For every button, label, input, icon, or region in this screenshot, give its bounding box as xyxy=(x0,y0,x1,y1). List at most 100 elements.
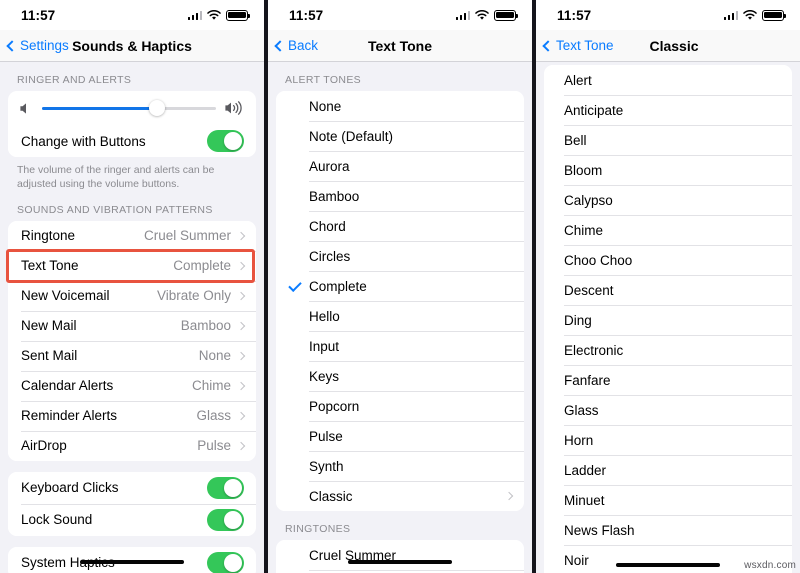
row-value: Vibrate Only xyxy=(156,288,231,304)
row-reminder-alerts[interactable]: Reminder Alerts Glass xyxy=(8,400,256,431)
tone-name: Electronic xyxy=(564,342,624,358)
tone-row-pulse[interactable]: Pulse xyxy=(276,421,524,451)
panel3-scroll-body[interactable]: Alert Anticipate Bell Bloom Calypso Chim… xyxy=(536,65,800,573)
tone-row-keys[interactable]: Keys xyxy=(276,361,524,391)
tone-row-glass[interactable]: Glass xyxy=(544,395,792,425)
toggle-keyboard-clicks[interactable] xyxy=(207,476,244,499)
back-button-settings[interactable]: Settings xyxy=(6,38,69,53)
chevron-right-icon xyxy=(236,231,246,241)
row-value: Chime xyxy=(191,378,231,394)
toggle-system-haptics[interactable] xyxy=(207,551,244,573)
tone-row-descent[interactable]: Descent xyxy=(544,275,792,305)
tone-row-horn[interactable]: Horn xyxy=(544,425,792,455)
tone-row-electronic[interactable]: Electronic xyxy=(544,335,792,365)
status-bar-icons xyxy=(455,9,519,21)
tone-row-hello[interactable]: Hello xyxy=(276,301,524,331)
tone-row-note-default[interactable]: Note (Default) xyxy=(276,121,524,151)
tone-row-ladder[interactable]: Ladder xyxy=(544,455,792,485)
row-lock-sound[interactable]: Lock Sound xyxy=(8,503,256,536)
row-ringtone[interactable]: Ringtone Cruel Summer xyxy=(8,220,256,251)
tone-row-none[interactable]: None xyxy=(276,91,524,121)
back-button-label: Text Tone xyxy=(556,38,614,53)
tone-row-chord[interactable]: Chord xyxy=(276,211,524,241)
tone-name: Circles xyxy=(309,248,351,264)
tone-row-fanfare[interactable]: Fanfare xyxy=(544,365,792,395)
section-header-ringtones: RINGTONES xyxy=(285,523,351,535)
row-keyboard-clicks[interactable]: Keyboard Clicks xyxy=(8,471,256,504)
tone-row-circles[interactable]: Circles xyxy=(276,241,524,271)
ringer-volume-slider-row[interactable] xyxy=(8,91,256,125)
tone-row-bamboo[interactable]: Bamboo xyxy=(276,181,524,211)
panel2-scroll-body[interactable]: ALERT TONES None Note (Default) Aurora B… xyxy=(268,62,532,573)
row-sent-mail[interactable]: Sent Mail None xyxy=(8,340,256,371)
row-new-voicemail[interactable]: New Voicemail Vibrate Only xyxy=(8,280,256,311)
tone-row-classic[interactable]: Classic xyxy=(276,481,524,511)
back-button-text-tone[interactable]: Text Tone xyxy=(542,38,614,53)
row-label: Ringtone xyxy=(21,228,76,244)
volume-slider-knob[interactable] xyxy=(148,100,165,116)
wifi-icon xyxy=(475,9,489,21)
tone-name: Choo Choo xyxy=(564,252,633,268)
alert-tones-card: None Note (Default) Aurora Bamboo Chord … xyxy=(276,91,524,511)
tone-row-choo-choo[interactable]: Choo Choo xyxy=(544,245,792,275)
tone-row-chime[interactable]: Chime xyxy=(544,215,792,245)
tone-row-alert[interactable]: Alert xyxy=(544,65,792,95)
tone-row-cruel-summer[interactable]: Cruel Summer xyxy=(276,540,524,570)
toggle-change-with-buttons[interactable] xyxy=(207,130,244,152)
tone-row-news-flash[interactable]: News Flash xyxy=(544,515,792,545)
tone-name: Classic xyxy=(309,488,353,504)
tone-row-popcorn[interactable]: Popcorn xyxy=(276,391,524,421)
tone-row-minuet[interactable]: Minuet xyxy=(544,485,792,515)
tone-name: Horn xyxy=(564,432,594,448)
row-calendar-alerts[interactable]: Calendar Alerts Chime xyxy=(8,370,256,401)
wifi-icon xyxy=(743,9,757,21)
tone-row-bell[interactable]: Bell xyxy=(544,125,792,155)
tone-row-aurora[interactable]: Aurora xyxy=(276,151,524,181)
tone-row-input[interactable]: Input xyxy=(276,331,524,361)
chevron-right-icon xyxy=(236,261,246,271)
back-button[interactable]: Back xyxy=(274,38,318,53)
chevron-right-icon xyxy=(236,291,246,301)
row-value: Glass xyxy=(196,408,231,424)
cellular-signal-icon xyxy=(455,10,470,20)
row-change-with-buttons[interactable]: Change with Buttons xyxy=(8,125,256,157)
tone-name: Calypso xyxy=(564,192,613,208)
tone-row-calypso[interactable]: Calypso xyxy=(544,185,792,215)
status-bar: 11:57 xyxy=(0,0,264,30)
chevron-left-icon xyxy=(6,39,18,52)
tone-name: Input xyxy=(309,338,340,354)
row-new-mail[interactable]: New Mail Bamboo xyxy=(8,310,256,341)
tone-row-ding[interactable]: Ding xyxy=(544,305,792,335)
three-panel-screenshot: 11:57 Settings Sounds & Haptics RINGER A… xyxy=(0,0,800,573)
tone-row-anticipate[interactable]: Anticipate xyxy=(544,95,792,125)
row-airdrop[interactable]: AirDrop Pulse xyxy=(8,430,256,461)
cellular-signal-icon xyxy=(187,10,202,20)
row-value: None xyxy=(198,348,231,364)
row-text-tone[interactable]: Text Tone Complete xyxy=(8,250,256,281)
panel-text-tone: 11:57 Back Text Tone ALERT TONES None No… xyxy=(268,0,532,573)
clicks-card: Keyboard Clicks Lock Sound xyxy=(8,471,256,536)
tone-name: Bloom xyxy=(564,162,603,178)
status-bar: 11:57 xyxy=(268,0,532,30)
chevron-right-icon xyxy=(236,351,246,361)
row-label: Keyboard Clicks xyxy=(21,480,119,496)
panel1-scroll-body[interactable]: RINGER AND ALERTS Change with Buttons Th… xyxy=(0,62,264,573)
tone-row-complete[interactable]: Complete xyxy=(276,271,524,301)
tone-row-bloom[interactable]: Bloom xyxy=(544,155,792,185)
cellular-signal-icon xyxy=(723,10,738,20)
tone-name: Ding xyxy=(564,312,592,328)
row-label: Sent Mail xyxy=(21,348,78,364)
section-header-sounds-and-vibration: SOUNDS AND VIBRATION PATTERNS xyxy=(17,203,213,216)
section-header-ringer-and-alerts: RINGER AND ALERTS xyxy=(17,74,132,86)
home-indicator xyxy=(348,559,452,564)
toggle-lock-sound[interactable] xyxy=(207,508,244,531)
tone-name: None xyxy=(309,98,342,114)
speaker-high-icon xyxy=(224,101,245,115)
row-label: Lock Sound xyxy=(21,512,93,528)
tone-row-synth[interactable]: Synth xyxy=(276,451,524,481)
tone-name: Descent xyxy=(564,282,614,298)
chevron-right-icon xyxy=(504,491,514,501)
tone-name: Minuet xyxy=(564,492,605,508)
volume-slider-track[interactable] xyxy=(42,100,216,116)
